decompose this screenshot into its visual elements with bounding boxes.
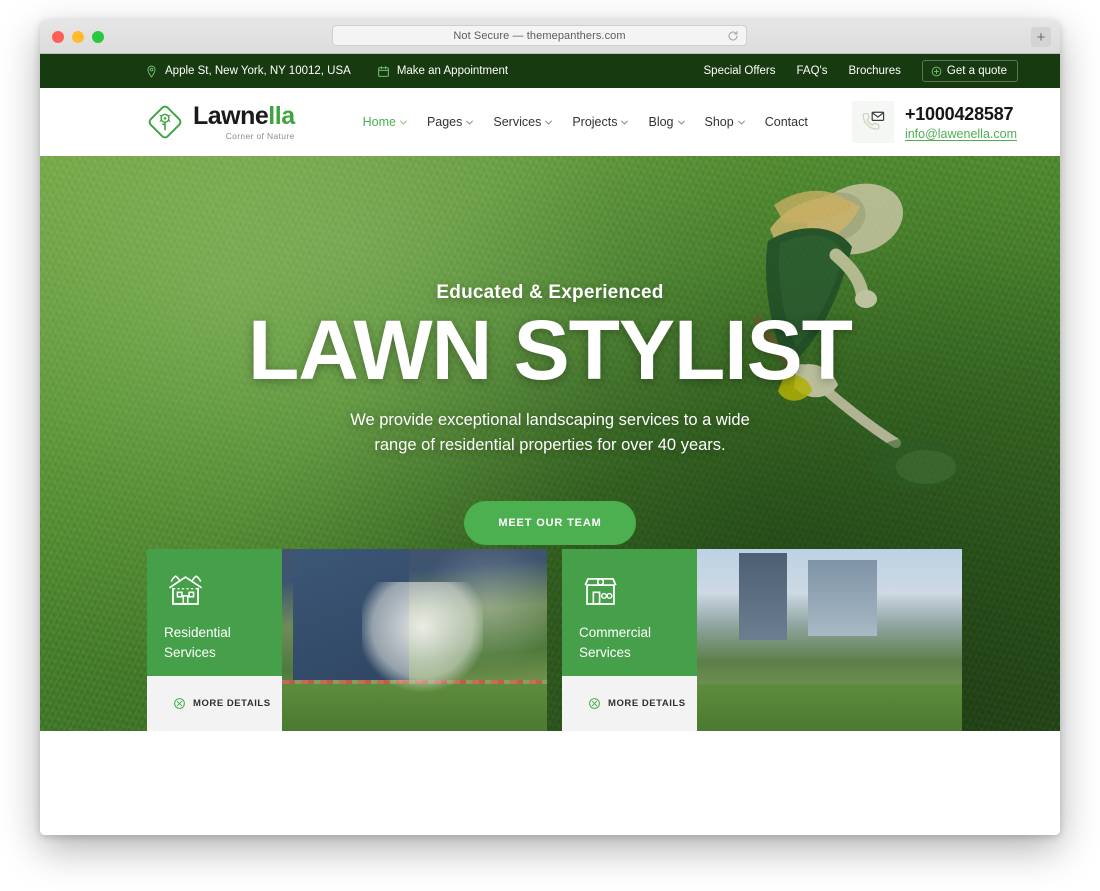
contact-text-lines: +1000428587 info@lawenella.com	[905, 104, 1017, 141]
nav-item-shop[interactable]: Shop	[705, 115, 745, 129]
address-bar[interactable]: Not Secure — themepanthers.com	[332, 25, 747, 46]
leaf-diamond-icon	[148, 105, 182, 139]
nav-item-home[interactable]: Home	[363, 115, 407, 129]
location-pin-icon	[147, 65, 156, 78]
nav-item-blog-label: Blog	[648, 115, 674, 129]
logo-tagline: Corner of Nature	[225, 130, 295, 141]
chevron-down-icon	[545, 120, 553, 125]
address-bar-text: Not Secure — themepanthers.com	[453, 29, 626, 42]
hero-kicker: Educated & Experienced	[436, 282, 664, 303]
service-card-commercial[interactable]: Commercial Services MORE DETAILS	[562, 549, 962, 731]
close-window-button[interactable]	[52, 30, 64, 43]
logo-wordmark: Lawnella	[193, 101, 295, 130]
site-header: Lawnella Corner of Nature Home Pages Ser…	[40, 88, 1060, 156]
house-with-trees-icon	[168, 575, 203, 605]
topbar-link-brochures[interactable]: Brochures	[848, 65, 900, 77]
topbar-link-faqs[interactable]: FAQ's	[797, 65, 828, 77]
new-tab-plus-icon: +	[1036, 28, 1046, 46]
topbar-appointment-label: Make an Appointment	[396, 65, 509, 77]
nav-item-blog[interactable]: Blog	[648, 115, 685, 129]
meet-our-team-button[interactable]: MEET OUR TEAM	[464, 500, 636, 545]
plus-circle-icon	[931, 66, 942, 76]
hero-subtitle: We provide exceptional landscaping servi…	[350, 410, 750, 455]
circle-cross-icon	[174, 698, 185, 709]
topbar-right-group: Special Offers FAQ's Brochures Get a quo…	[704, 60, 1018, 82]
topbar-left-group: Apple St, New York, NY 10012, USA Make a…	[145, 65, 508, 78]
nav-item-home-label: Home	[362, 115, 396, 129]
nav-item-services-label: Services	[493, 115, 542, 129]
reload-icon[interactable]	[727, 30, 739, 42]
service-card-commercial-title: Commercial Services	[579, 625, 652, 661]
browser-titlebar: Not Secure — themepanthers.com +	[40, 20, 1060, 54]
service-card-commercial-more-label: MORE DETAILS	[608, 698, 686, 709]
top-utility-bar: Apple St, New York, NY 10012, USA Make a…	[40, 54, 1060, 88]
contact-icon-box	[851, 101, 894, 143]
calendar-icon	[377, 65, 389, 77]
service-card-commercial-more[interactable]: MORE DETAILS	[562, 676, 697, 731]
site-logo[interactable]: Lawnella Corner of Nature	[147, 101, 295, 141]
topbar-appointment[interactable]: Make an Appointment	[377, 65, 508, 78]
chevron-down-icon	[737, 120, 745, 125]
contact-email[interactable]: info@lawenella.com	[905, 127, 1017, 141]
service-card-residential-panel: Residential Services MORE DETAILS	[147, 549, 282, 731]
chevron-down-icon	[400, 120, 407, 125]
nav-item-projects[interactable]: Projects	[572, 115, 629, 129]
hero-section: Educated & Experienced LAWN STYLIST We p…	[40, 156, 1060, 731]
photo-park-lawn	[697, 683, 962, 731]
window-traffic-lights	[52, 30, 104, 43]
photo-lawn	[282, 683, 547, 731]
topbar-address-label: Apple St, New York, NY 10012, USA	[165, 65, 351, 77]
minimize-window-button[interactable]	[72, 30, 84, 43]
service-card-residential-more[interactable]: MORE DETAILS	[147, 676, 282, 731]
contact-phone[interactable]: +1000428587	[905, 104, 1017, 125]
page-viewport: Apple St, New York, NY 10012, USA Make a…	[40, 54, 1060, 835]
chevron-down-icon	[677, 120, 685, 125]
topbar-address[interactable]: Apple St, New York, NY 10012, USA	[145, 65, 351, 78]
get-a-quote-button[interactable]: Get a quote	[921, 60, 1018, 82]
main-navigation: Home Pages Services Projects Blog Shop C…	[363, 115, 808, 129]
service-card-commercial-head: Commercial Services	[562, 549, 697, 676]
nav-item-contact[interactable]: Contact	[765, 115, 808, 129]
page-white-band	[40, 761, 1060, 835]
nav-item-services[interactable]: Services	[493, 115, 553, 129]
service-card-residential-title: Residential Services	[164, 625, 231, 661]
logo-word-part-1: Lawne	[193, 101, 269, 130]
chevron-down-icon	[466, 120, 474, 125]
maximize-window-button[interactable]	[92, 30, 104, 43]
phone-envelope-icon	[862, 111, 885, 130]
get-a-quote-label: Get a quote	[946, 65, 1007, 77]
service-cards-strip: Residential Services MORE DETAILS Commer…	[40, 549, 1060, 731]
service-card-residential-more-label: MORE DETAILS	[193, 698, 271, 709]
hero-content: Educated & Experienced LAWN STYLIST We p…	[40, 282, 1060, 545]
hero-title: LAWN STYLIST	[248, 303, 853, 397]
service-card-commercial-panel: Commercial Services MORE DETAILS	[562, 549, 697, 731]
nav-item-pages[interactable]: Pages	[426, 115, 474, 129]
circle-cross-icon	[589, 698, 600, 709]
logo-word-part-2: lla	[268, 101, 295, 130]
nav-item-shop-label: Shop	[704, 115, 734, 129]
chevron-down-icon	[621, 120, 629, 125]
header-contact-block: +1000428587 info@lawenella.com	[851, 101, 1017, 143]
nav-item-contact-label: Contact	[764, 115, 808, 129]
topbar-link-special-offers[interactable]: Special Offers	[704, 65, 776, 77]
storefront-icon	[584, 577, 617, 605]
service-card-residential-head: Residential Services	[147, 549, 282, 676]
service-card-commercial-photo	[697, 549, 962, 731]
logo-text: Lawnella Corner of Nature	[193, 101, 295, 141]
nav-item-projects-label: Projects	[572, 115, 618, 129]
new-tab-button[interactable]: +	[1031, 27, 1051, 47]
browser-window: Not Secure — themepanthers.com + Apple S…	[40, 20, 1060, 835]
service-card-residential[interactable]: Residential Services MORE DETAILS	[147, 549, 547, 731]
nav-item-pages-label: Pages	[426, 115, 463, 129]
service-card-residential-photo	[282, 549, 547, 731]
